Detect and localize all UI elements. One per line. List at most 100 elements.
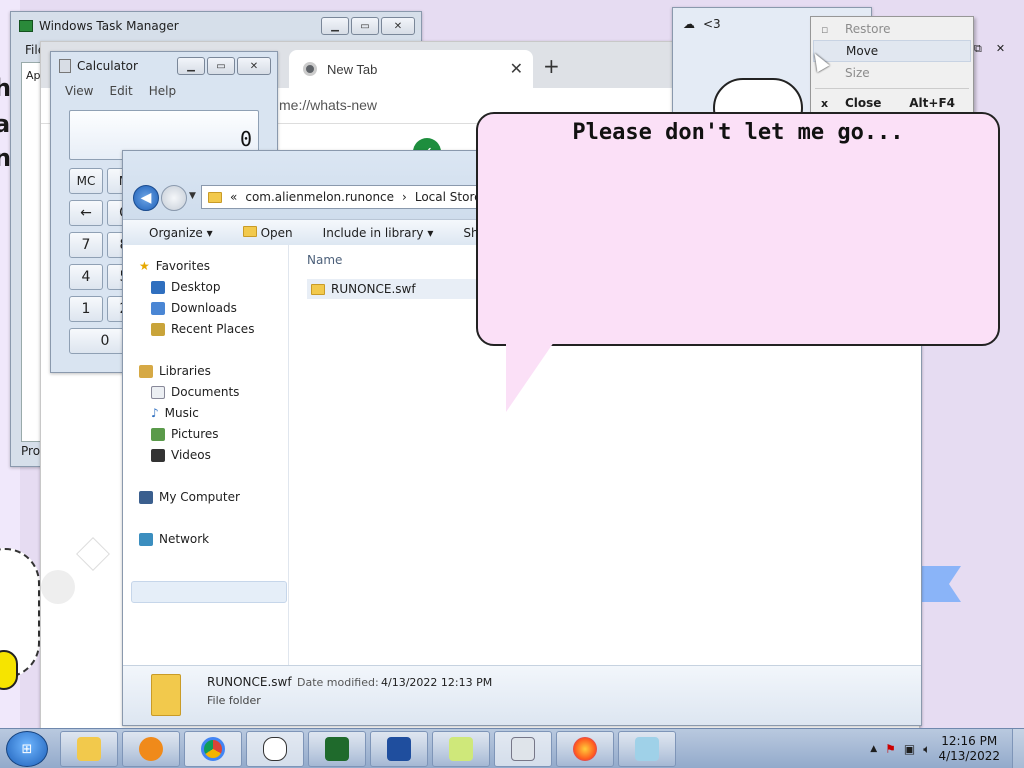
nav-my-computer[interactable]: My Computer bbox=[139, 490, 240, 504]
back-arrow-icon[interactable]: ◀ bbox=[133, 185, 159, 211]
taskbar-task-manager[interactable] bbox=[308, 731, 366, 767]
details-type: File folder bbox=[207, 694, 261, 707]
nav-network[interactable]: Network bbox=[139, 532, 209, 546]
folder-icon bbox=[311, 283, 325, 295]
nav-label: Documents bbox=[171, 385, 240, 399]
documents-icon bbox=[151, 385, 165, 399]
tab-close-icon[interactable]: ✕ bbox=[510, 59, 523, 79]
organize-button[interactable]: Organize ▾ bbox=[149, 226, 213, 240]
forward-arrow-icon[interactable] bbox=[161, 185, 187, 211]
tab-new-tab[interactable]: New Tab ✕ bbox=[289, 50, 533, 88]
nav-label: Recent Places bbox=[171, 322, 255, 336]
taskbar-notepad[interactable] bbox=[618, 731, 676, 767]
nav-desktop[interactable]: Desktop bbox=[151, 280, 221, 294]
runonce-window-controls: ⧉ ✕ bbox=[974, 42, 1005, 56]
close-icon[interactable]: ✕ bbox=[996, 42, 1005, 56]
nav-libraries[interactable]: Libraries bbox=[139, 364, 211, 378]
tab-applications[interactable]: Ap bbox=[26, 69, 41, 82]
nav-downloads[interactable]: Downloads bbox=[151, 301, 237, 315]
breadcrumb-local-store[interactable]: Local Store bbox=[415, 190, 482, 204]
file-name: RUNONCE.swf bbox=[331, 282, 416, 296]
libraries-icon bbox=[139, 364, 153, 378]
menu-item-restore[interactable]: ▫ Restore bbox=[811, 18, 973, 40]
minimize-button[interactable]: ▁ bbox=[177, 57, 205, 75]
navigation-pane: ★ Favorites Desktop Downloads Recent Plac… bbox=[123, 245, 289, 665]
minimize-button[interactable]: ▁ bbox=[321, 17, 349, 35]
nav-label: Libraries bbox=[159, 364, 211, 378]
file-row[interactable]: RUNONCE.swf bbox=[307, 279, 477, 299]
tray-expand-icon[interactable]: ▲ bbox=[870, 744, 877, 754]
start-button[interactable]: ⊞ bbox=[6, 731, 48, 767]
breadcrumb-runonce[interactable]: com.alienmelon.runonce bbox=[245, 190, 394, 204]
key-mc[interactable]: MC bbox=[69, 168, 103, 194]
column-header-name[interactable]: Name bbox=[307, 253, 342, 267]
nav-favorites[interactable]: ★ Favorites bbox=[139, 259, 210, 273]
menu-item-move[interactable]: Move bbox=[813, 40, 971, 62]
action-center-icon[interactable]: ⚑ bbox=[885, 742, 896, 756]
include-in-library-button[interactable]: Include in library ▾ bbox=[323, 226, 434, 240]
clock[interactable]: 12:16 PM 4/13/2022 bbox=[938, 734, 1000, 764]
system-context-menu: ▫ Restore Move Size x Close Alt+F4 bbox=[810, 16, 974, 116]
sticky-notes-icon bbox=[449, 737, 473, 761]
clock-time: 12:16 PM bbox=[941, 734, 998, 748]
key-7[interactable]: 7 bbox=[69, 232, 103, 258]
task-manager-icon bbox=[19, 20, 33, 32]
system-tray: ▲ ⚑ ▣ 🔈︎ 12:16 PM 4/13/2022 bbox=[870, 729, 1024, 768]
network-icon bbox=[139, 532, 153, 546]
taskbar-calculator[interactable] bbox=[494, 731, 552, 767]
taskbar-chrome[interactable] bbox=[184, 731, 242, 767]
taskbar-explorer[interactable] bbox=[60, 731, 118, 767]
taskbar-media-player[interactable] bbox=[122, 731, 180, 767]
nav-music[interactable]: ♪ Music bbox=[151, 406, 199, 420]
nav-label: Downloads bbox=[171, 301, 237, 315]
key-1[interactable]: 1 bbox=[69, 296, 103, 322]
breadcrumb-separator: › bbox=[402, 190, 407, 204]
folder-icon bbox=[208, 191, 222, 203]
music-icon: ♪ bbox=[151, 406, 159, 420]
maximize-button[interactable]: ▭ bbox=[351, 17, 379, 35]
show-desktop-button[interactable] bbox=[1012, 729, 1024, 768]
history-dropdown-icon[interactable]: ▼ bbox=[189, 191, 196, 201]
network-icon[interactable]: ▣ bbox=[904, 742, 915, 756]
task-manager-icon bbox=[325, 737, 349, 761]
clock-date: 4/13/2022 bbox=[938, 749, 1000, 763]
calculator-icon bbox=[511, 737, 535, 761]
close-button[interactable]: ✕ bbox=[381, 17, 415, 35]
folder-icon bbox=[242, 225, 257, 237]
nav-label: Music bbox=[164, 406, 199, 420]
runonce-titlebar[interactable]: ☁ <3 bbox=[683, 17, 721, 31]
menu-help[interactable]: Help bbox=[149, 84, 176, 98]
nav-label: Desktop bbox=[171, 280, 221, 294]
nav-pictures[interactable]: Pictures bbox=[151, 427, 219, 441]
new-tab-button[interactable]: + bbox=[543, 54, 560, 78]
close-icon: x bbox=[821, 96, 829, 110]
taskbar-runonce[interactable] bbox=[246, 731, 304, 767]
taskbar-sticky-notes[interactable] bbox=[432, 731, 490, 767]
menu-item-close[interactable]: x Close Alt+F4 bbox=[811, 92, 973, 114]
taskbar-firefox[interactable] bbox=[556, 731, 614, 767]
menu-item-size[interactable]: Size bbox=[811, 62, 973, 84]
nav-documents[interactable]: Documents bbox=[151, 385, 239, 399]
menu-view[interactable]: View bbox=[65, 84, 93, 98]
notepad-icon bbox=[635, 737, 659, 761]
folder-icon bbox=[151, 674, 181, 716]
open-button[interactable]: Open bbox=[242, 225, 293, 240]
address-chevron[interactable]: « bbox=[230, 190, 237, 204]
nav-label: Network bbox=[159, 532, 210, 546]
taskbar-powershell[interactable] bbox=[370, 731, 428, 767]
url-text[interactable]: me://whats-new bbox=[279, 97, 377, 113]
restore-icon[interactable]: ⧉ bbox=[974, 42, 982, 56]
details-name: RUNONCE.swf bbox=[207, 675, 292, 689]
nav-videos[interactable]: Videos bbox=[151, 448, 211, 462]
volume-icon[interactable]: 🔈︎ bbox=[923, 742, 930, 757]
bunny-icon: ☁ bbox=[683, 17, 695, 31]
key-4[interactable]: 4 bbox=[69, 264, 103, 290]
nav-recent-places[interactable]: Recent Places bbox=[151, 322, 254, 336]
firefox-icon bbox=[573, 737, 597, 761]
calculator-title: Calculator bbox=[77, 59, 138, 73]
pictures-icon bbox=[151, 427, 165, 441]
maximize-button[interactable]: ▭ bbox=[207, 57, 235, 75]
menu-edit[interactable]: Edit bbox=[109, 84, 132, 98]
close-button[interactable]: ✕ bbox=[237, 57, 271, 75]
key-backspace[interactable]: ← bbox=[69, 200, 103, 226]
